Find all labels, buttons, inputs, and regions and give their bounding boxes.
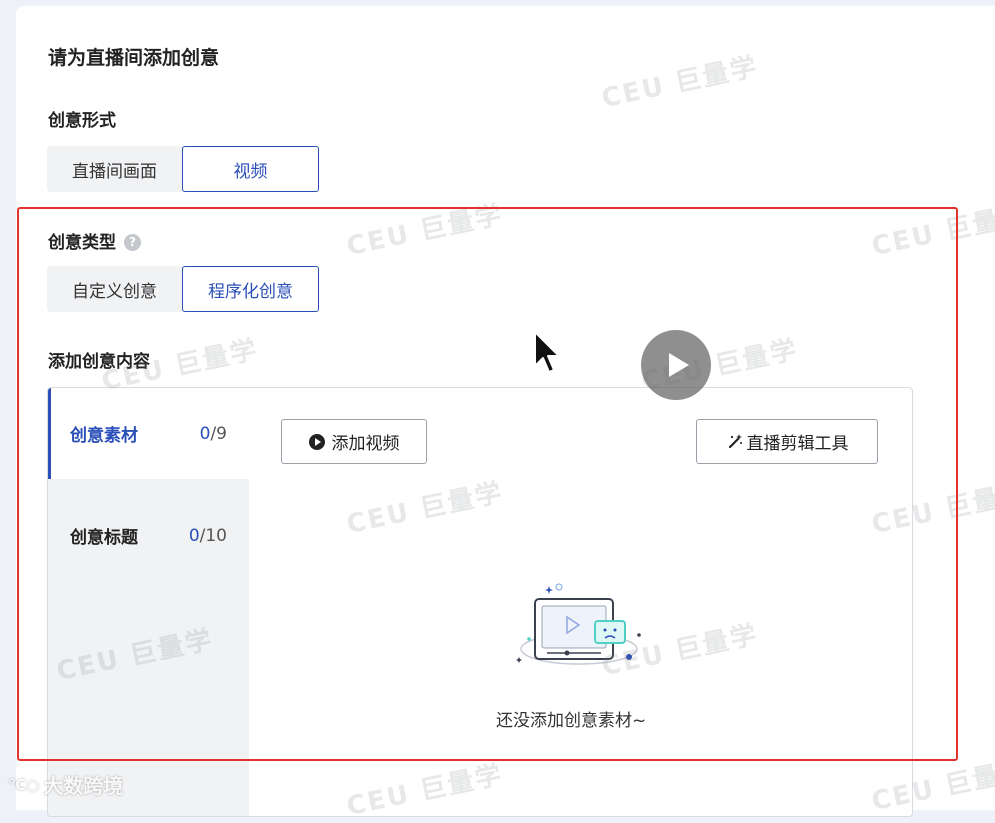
play-circle-icon xyxy=(308,433,325,450)
video-play-button[interactable] xyxy=(641,330,711,400)
content-tab-column: 创意素材 0/9 创意标题 0/10 xyxy=(48,388,249,816)
creative-type-label-row: 创意类型? xyxy=(48,228,141,253)
creative-content-box: 创意素材 0/9 创意标题 0/10 添加视频 直播剪辑工具 还没添加创意素材~ xyxy=(47,387,913,817)
creative-type-label: 创意类型 xyxy=(48,233,116,253)
question-circle-icon[interactable]: ? xyxy=(124,233,141,251)
tab-creative-title-label: 创意标题 xyxy=(70,528,138,548)
creative-type-segmented: 自定义创意 程序化创意 xyxy=(47,266,319,312)
corner-logo: ℃○ 大数跨境 xyxy=(8,774,124,798)
creative-type-option-custom[interactable]: 自定义创意 xyxy=(47,266,182,312)
add-video-button[interactable]: 添加视频 xyxy=(281,419,427,464)
magic-wand-icon xyxy=(726,433,744,451)
creative-form-segmented: 直播间画面 视频 xyxy=(47,146,319,192)
tab-creative-material-count: 0/9 xyxy=(199,423,227,444)
tab-creative-title[interactable]: 创意标题 0/10 xyxy=(48,490,249,581)
tab-creative-material[interactable]: 创意素材 0/9 xyxy=(48,388,249,479)
empty-state-illustration xyxy=(511,581,651,680)
creative-type-option-programmatic[interactable]: 程序化创意 xyxy=(182,266,319,312)
live-edit-tool-button[interactable]: 直播剪辑工具 xyxy=(696,419,878,464)
creative-form-option-video[interactable]: 视频 xyxy=(182,146,319,192)
tab-creative-title-count: 0/10 xyxy=(188,525,227,546)
mouse-cursor-icon xyxy=(533,330,563,380)
add-content-label: 添加创意内容 xyxy=(48,352,150,372)
tab-creative-material-label: 创意素材 xyxy=(70,426,138,446)
logo-mark-icon: ℃○ xyxy=(8,775,40,794)
creative-form-option-live-screen[interactable]: 直播间画面 xyxy=(47,146,182,192)
empty-state-text: 还没添加创意素材~ xyxy=(496,711,647,731)
page-title: 请为直播间添加创意 xyxy=(48,47,220,69)
creative-form-label: 创意形式 xyxy=(48,111,116,131)
